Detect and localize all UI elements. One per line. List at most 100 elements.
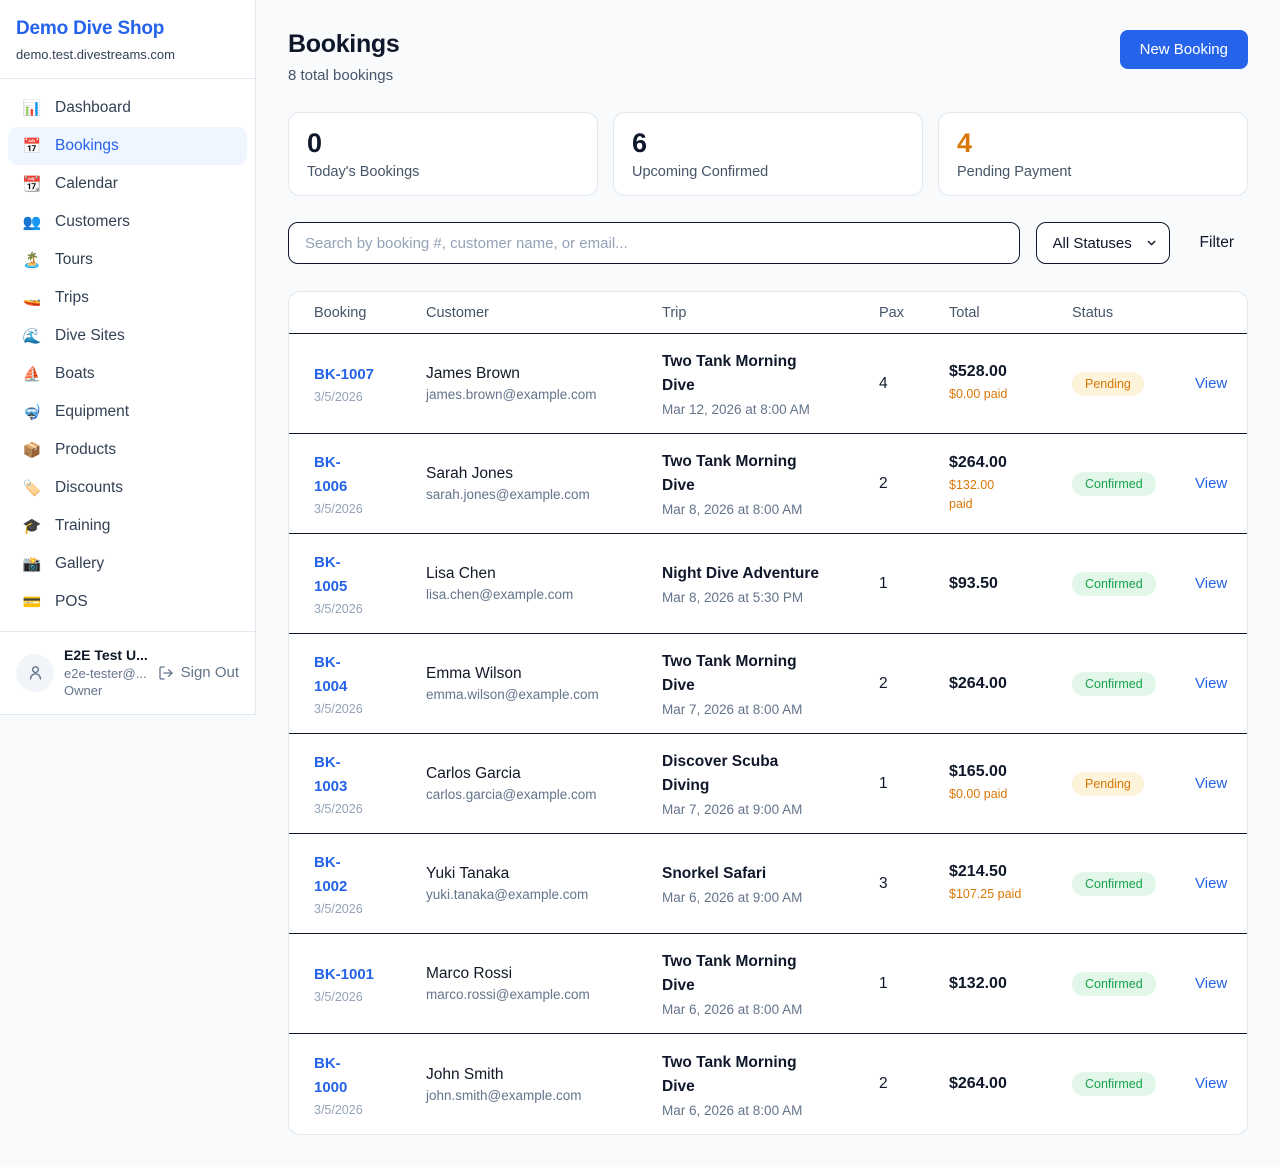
sidebar-item-dive-sites[interactable]: 🌊 Dive Sites (8, 317, 247, 355)
table-body: BK-1007 3/5/2026 James Brown james.brown… (289, 334, 1247, 1134)
booking-date: 3/5/2026 (314, 1103, 412, 1117)
booking-date: 3/5/2026 (314, 902, 412, 916)
sidebar-item-discounts[interactable]: 🏷️ Discounts (8, 469, 247, 507)
status-badge: Pending (1072, 772, 1144, 796)
booking-cell: BK- 1000 3/5/2026 (314, 1052, 426, 1117)
view-link[interactable]: View (1195, 775, 1227, 792)
sidebar-item-equipment[interactable]: 🤿 Equipment (8, 393, 247, 431)
filter-controls: All Statuses Filter (288, 222, 1248, 264)
calendar-icon: 📆 (22, 175, 42, 193)
sidebar-item-calendar[interactable]: 📆 Calendar (8, 165, 247, 203)
training-icon: 🎓 (22, 517, 42, 535)
filter-button[interactable]: Filter (1186, 234, 1248, 252)
total-amount: $264.00 (949, 454, 1058, 472)
sidebar-item-products[interactable]: 📦 Products (8, 431, 247, 469)
page-title-block: Bookings 8 total bookings (288, 30, 400, 84)
actions-cell: View (1195, 1075, 1222, 1093)
view-link[interactable]: View (1195, 575, 1227, 592)
table-row: BK- 1000 3/5/2026 John Smith john.smith@… (289, 1034, 1247, 1134)
total-cell: $264.00 $132.00 paid (949, 454, 1072, 514)
booking-id-link[interactable]: BK- 1006 (314, 451, 412, 499)
bookings-icon: 📅 (22, 137, 42, 155)
dashboard-icon: 📊 (22, 99, 42, 117)
search-input[interactable] (288, 222, 1020, 264)
sidebar-item-boats[interactable]: ⛵ Boats (8, 355, 247, 393)
status-filter-select[interactable]: All Statuses (1036, 222, 1170, 264)
table-row: BK- 1006 3/5/2026 Sarah Jones sarah.jone… (289, 434, 1247, 534)
booking-id-link[interactable]: BK- 1003 (314, 751, 412, 799)
trip-name: Two Tank Morning Dive (662, 650, 865, 698)
total-amount: $264.00 (949, 675, 1058, 693)
stat-value: 6 (632, 128, 904, 159)
sidebar-item-tours[interactable]: 🏝️ Tours (8, 241, 247, 279)
sidebar-item-label: Dashboard (55, 99, 131, 117)
booking-cell: BK-1001 3/5/2026 (314, 963, 426, 1004)
status-badge: Confirmed (1072, 672, 1156, 696)
products-icon: 📦 (22, 441, 42, 459)
view-link[interactable]: View (1195, 475, 1227, 492)
customer-name: James Brown (426, 365, 648, 383)
booking-id-link[interactable]: BK- 1000 (314, 1052, 412, 1100)
actions-cell: View (1195, 975, 1222, 993)
new-booking-button[interactable]: New Booking (1120, 30, 1248, 69)
table-row: BK- 1003 3/5/2026 Carlos Garcia carlos.g… (289, 734, 1247, 834)
customer-email: marco.rossi@example.com (426, 987, 648, 1002)
actions-cell: View (1195, 775, 1222, 793)
pax-cell: 2 (879, 675, 949, 693)
customer-cell: Emma Wilson emma.wilson@example.com (426, 665, 662, 702)
sidebar-item-training[interactable]: 🎓 Training (8, 507, 247, 545)
total-amount: $93.50 (949, 575, 1058, 593)
customer-cell: Yuki Tanaka yuki.tanaka@example.com (426, 865, 662, 902)
stat-label: Upcoming Confirmed (632, 164, 904, 180)
sidebar-item-dashboard[interactable]: 📊 Dashboard (8, 89, 247, 127)
sidebar-item-bookings[interactable]: 📅 Bookings (8, 127, 247, 165)
total-amount: $214.50 (949, 863, 1058, 881)
status-cell: Confirmed (1072, 572, 1195, 596)
customer-name: Yuki Tanaka (426, 865, 648, 883)
user-email: e2e-tester@... (64, 665, 148, 683)
stat-label: Today's Bookings (307, 164, 579, 180)
actions-cell: View (1195, 575, 1222, 593)
view-link[interactable]: View (1195, 375, 1227, 392)
status-badge: Confirmed (1072, 972, 1156, 996)
status-cell: Confirmed (1072, 972, 1195, 996)
view-link[interactable]: View (1195, 1075, 1227, 1092)
booking-date: 3/5/2026 (314, 602, 412, 616)
brand-header: Demo Dive Shop demo.test.divestreams.com (0, 0, 255, 79)
sidebar-nav: 📊 Dashboard 📅 Bookings 📆 Calendar 👥 Cust… (0, 79, 255, 631)
sidebar-item-customers[interactable]: 👥 Customers (8, 203, 247, 241)
sidebar-item-label: Training (55, 517, 110, 535)
page-title: Bookings (288, 30, 400, 59)
total-cell: $528.00 $0.00 paid (949, 363, 1072, 404)
discounts-icon: 🏷️ (22, 479, 42, 497)
booking-id-link[interactable]: BK- 1002 (314, 851, 412, 899)
col-header-trip: Trip (662, 305, 879, 321)
col-header-pax: Pax (879, 305, 949, 321)
booking-id-link[interactable]: BK- 1004 (314, 651, 412, 699)
table-header-row: Booking Customer Trip Pax Total Status (289, 292, 1247, 334)
sidebar-item-gallery[interactable]: 📸 Gallery (8, 545, 247, 583)
sidebar: Demo Dive Shop demo.test.divestreams.com… (0, 0, 256, 715)
customer-cell: James Brown james.brown@example.com (426, 365, 662, 402)
customer-email: sarah.jones@example.com (426, 487, 648, 502)
user-box: E2E Test U... e2e-tester@... Owner Sign … (0, 631, 255, 714)
view-link[interactable]: View (1195, 875, 1227, 892)
customer-name: Marco Rossi (426, 965, 648, 983)
view-link[interactable]: View (1195, 975, 1227, 992)
trip-cell: Two Tank Morning Dive Mar 12, 2026 at 8:… (662, 350, 879, 417)
sidebar-item-pos[interactable]: 💳 POS (8, 583, 247, 621)
user-name: E2E Test U... (64, 646, 148, 665)
booking-id-link[interactable]: BK- 1005 (314, 551, 412, 599)
trip-cell: Two Tank Morning Dive Mar 8, 2026 at 8:0… (662, 450, 879, 517)
total-cell: $132.00 (949, 975, 1072, 993)
booking-id-link[interactable]: BK-1001 (314, 963, 412, 987)
actions-cell: View (1195, 375, 1222, 393)
view-link[interactable]: View (1195, 675, 1227, 692)
total-amount: $264.00 (949, 1075, 1058, 1093)
sign-out-button[interactable]: Sign Out (158, 664, 239, 681)
booking-date: 3/5/2026 (314, 502, 412, 516)
sidebar-item-trips[interactable]: 🚤 Trips (8, 279, 247, 317)
customer-cell: John Smith john.smith@example.com (426, 1066, 662, 1103)
status-cell: Pending (1072, 772, 1195, 796)
booking-id-link[interactable]: BK-1007 (314, 363, 412, 387)
